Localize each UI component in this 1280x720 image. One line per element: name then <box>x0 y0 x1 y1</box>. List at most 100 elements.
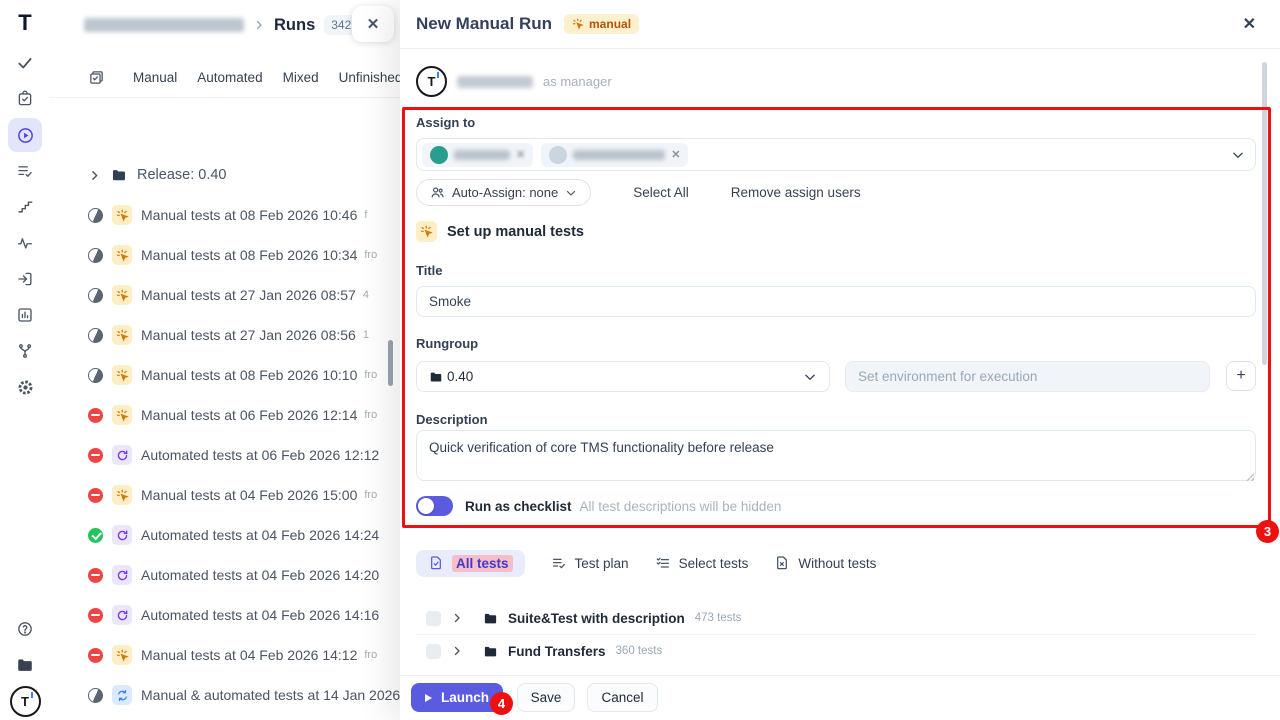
run-list-item[interactable]: Manual tests at 08 Feb 2026 10:34 fro <box>50 235 400 275</box>
auto-assign-button[interactable]: Auto-Assign: none <box>416 179 591 206</box>
modal-close-button[interactable]: ✕ <box>1235 10 1264 38</box>
app-logo[interactable]: T <box>0 0 50 46</box>
select-all-runs-icon[interactable] <box>88 69 105 86</box>
author-role: as manager <box>543 74 612 89</box>
run-list-item[interactable]: Manual tests at 04 Feb 2026 14:12 fro <box>50 635 400 675</box>
author-row: T as manager <box>416 66 612 97</box>
clipboard-check-icon[interactable] <box>8 82 42 116</box>
run-title: Manual tests at 04 Feb 2026 14:12 <box>141 647 357 663</box>
suite-test-count: 473 tests <box>695 612 742 624</box>
check-icon[interactable] <box>8 46 42 80</box>
folder-icon <box>483 644 498 659</box>
list-check-icon[interactable] <box>8 154 42 188</box>
profile-avatar[interactable]: T <box>8 684 42 718</box>
suites-tree: Suite&Test with description 473 tests Fu… <box>416 602 1256 667</box>
suite-checkbox[interactable] <box>426 611 441 626</box>
run-list-item[interactable]: Automated tests at 06 Feb 2026 12:12 <box>50 435 400 475</box>
folder-icon <box>429 370 443 384</box>
settings-gear-icon[interactable] <box>8 370 42 404</box>
remove-assignee-icon[interactable]: ✕ <box>671 148 680 161</box>
assignee-chip[interactable]: ✕ <box>422 143 533 167</box>
save-button[interactable]: Save <box>517 683 575 712</box>
run-list-item[interactable]: Manual tests at 06 Feb 2026 12:14 fro <box>50 395 400 435</box>
run-type-icon <box>112 285 132 305</box>
tab-label: Select tests <box>679 556 749 571</box>
tab-select-tests[interactable]: Select tests <box>655 555 749 571</box>
remove-assignee-icon[interactable]: ✕ <box>516 148 525 161</box>
run-list-item[interactable]: Manual tests at 08 Feb 2026 10:10 fro <box>50 355 400 395</box>
remove-assign-users-button[interactable]: Remove assign users <box>731 185 861 200</box>
checklist-toggle-row: Run as checklist All test descriptions w… <box>416 496 781 516</box>
runs-play-circle-icon[interactable] <box>8 118 42 152</box>
title-input[interactable] <box>416 286 1256 317</box>
breadcrumb-section[interactable]: Runs <box>274 16 315 35</box>
run-list-item[interactable]: Manual tests at 08 Feb 2026 10:46 f <box>50 195 400 235</box>
tab-without-tests[interactable]: Without tests <box>774 555 876 571</box>
run-list-item[interactable]: Manual tests at 27 Jan 2026 08:57 4 <box>50 275 400 315</box>
launch-button[interactable]: Launch <box>411 683 503 712</box>
run-type-icon <box>112 525 132 545</box>
suite-tree-row[interactable]: Fund Transfers 360 tests <box>416 635 1256 667</box>
suite-checkbox[interactable] <box>426 644 441 659</box>
auto-assign-label: Auto-Assign: none <box>452 185 558 200</box>
projects-folder-icon[interactable] <box>8 648 42 682</box>
run-type-icon <box>112 645 132 665</box>
help-icon[interactable] <box>8 612 42 646</box>
filter-tab-unfinished[interactable]: Unfinished <box>339 70 400 85</box>
cancel-button[interactable]: Cancel <box>587 683 658 712</box>
bar-chart-icon[interactable] <box>8 298 42 332</box>
author-name-redacted <box>457 76 533 88</box>
run-list-item[interactable]: Manual tests at 04 Feb 2026 15:00 fro <box>50 475 400 515</box>
sidebar-rail: T T <box>0 0 51 720</box>
import-icon[interactable] <box>8 262 42 296</box>
tab-all-tests[interactable]: All tests <box>416 550 525 577</box>
rungroup-select[interactable]: 0.40 <box>416 361 830 392</box>
description-label: Description <box>416 412 488 427</box>
assignee-chip[interactable]: ✕ <box>541 143 688 167</box>
run-folder-item[interactable]: Release: 0.40 <box>50 155 400 195</box>
environment-input[interactable] <box>845 361 1210 392</box>
run-meta: fro <box>364 249 377 261</box>
branch-icon[interactable] <box>8 334 42 368</box>
chevron-right-icon[interactable] <box>451 645 463 657</box>
run-as-checklist-toggle[interactable] <box>416 496 453 516</box>
play-icon <box>425 694 432 702</box>
run-status-icon <box>88 688 103 703</box>
select-all-button[interactable]: Select All <box>633 185 689 200</box>
panel-close-button[interactable]: ✕ <box>352 6 394 42</box>
steps-icon[interactable] <box>8 190 42 224</box>
run-list-item[interactable]: Manual & automated tests at 14 Jan 2026 <box>50 675 400 715</box>
project-name-redacted[interactable] <box>84 18 244 32</box>
run-status-icon <box>88 368 103 383</box>
assign-actions-row: Auto-Assign: none Select All Remove assi… <box>416 179 861 206</box>
activity-icon[interactable] <box>8 226 42 260</box>
manual-click-icon <box>416 221 437 242</box>
run-type-icon <box>112 605 132 625</box>
chevron-right-icon[interactable] <box>451 612 463 624</box>
runs-scrollbar-thumb[interactable] <box>388 340 393 386</box>
tab-label: All tests <box>452 555 513 572</box>
rungroup-value: 0.40 <box>447 369 473 384</box>
chevron-down-icon <box>803 370 817 384</box>
annotation-step-3: 3 <box>1256 520 1279 543</box>
run-list-item[interactable]: Manual tests at 27 Jan 2026 08:56 1 <box>50 315 400 355</box>
suite-tree-row[interactable]: Suite&Test with description 473 tests <box>416 602 1256 635</box>
description-textarea[interactable]: Quick verification of core TMS functiona… <box>416 430 1256 481</box>
folder-title: Release: 0.40 <box>137 167 226 183</box>
filter-tab-mixed[interactable]: Mixed <box>283 70 319 85</box>
checklist-toggle-hint: All test descriptions will be hidden <box>580 499 782 514</box>
chevron-right-icon[interactable] <box>88 169 101 182</box>
run-type-icon <box>112 445 132 465</box>
chevron-down-icon <box>565 187 577 199</box>
run-list-item[interactable]: Automated tests at 04 Feb 2026 14:20 <box>50 555 400 595</box>
run-list-item[interactable]: Automated tests at 04 Feb 2026 14:16 <box>50 595 400 635</box>
folder-icon <box>483 611 498 626</box>
add-environment-button[interactable]: + <box>1226 361 1256 391</box>
filter-tab-manual[interactable]: Manual <box>133 70 177 85</box>
run-list-item[interactable]: Automated tests at 04 Feb 2026 14:24 <box>50 515 400 555</box>
assignees-select[interactable]: ✕ ✕ <box>416 138 1256 171</box>
filter-tab-automated[interactable]: Automated <box>197 70 262 85</box>
modal-scrollbar-thumb[interactable] <box>1262 62 1267 365</box>
tab-test-plan[interactable]: Test plan <box>551 555 629 571</box>
runs-panel: Runs 342 Manual Automated Mixed Unfinish… <box>50 0 400 720</box>
